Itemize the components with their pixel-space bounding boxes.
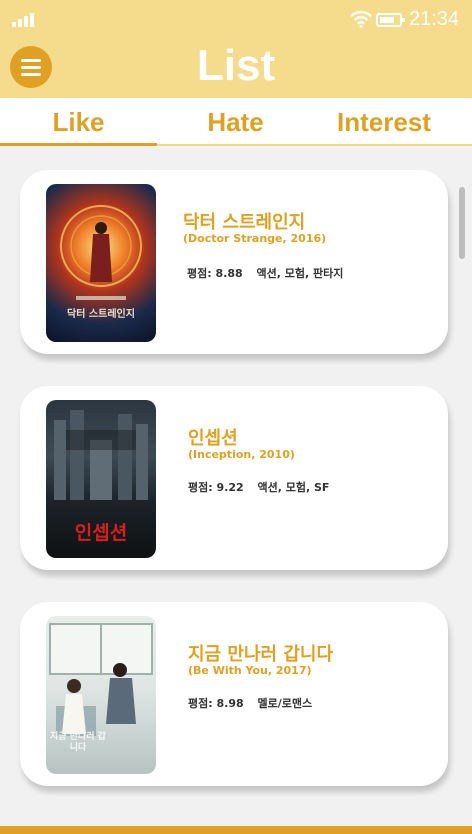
tab-bar: Like Hate Interest xyxy=(0,98,472,146)
tab-hate[interactable]: Hate xyxy=(157,98,314,144)
movie-card-doctor-strange[interactable]: 닥터 스트레인지 닥터 스트레인지 (Doctor Strange, 2016)… xyxy=(20,170,448,354)
movie-meta: 평점: 9.22 액션, 모험, SF xyxy=(188,479,329,495)
battery-icon xyxy=(376,13,405,27)
app-bar: List xyxy=(0,40,472,98)
scrollbar[interactable] xyxy=(459,187,465,259)
movie-title: 닥터 스트레인지 xyxy=(183,212,306,233)
movie-card-inception[interactable]: 인셉션 인셉션 (Inception, 2010) 평점: 9.22 액션, 모… xyxy=(20,386,448,570)
genre-text: 멜로/로맨스 xyxy=(257,697,313,710)
status-bar: 21:34 xyxy=(0,0,472,40)
movie-meta: 평점: 8.98 멜로/로맨스 xyxy=(188,695,312,711)
rating-value: 9.22 xyxy=(216,481,244,494)
rating-label: 평점: xyxy=(188,697,213,710)
signal-icon xyxy=(12,11,36,27)
tab-interest[interactable]: Interest xyxy=(314,98,454,144)
rating-label: 평점: xyxy=(187,267,212,280)
movie-poster: 인셉션 xyxy=(46,400,156,558)
rating-label: 평점: xyxy=(188,481,213,494)
genre-text: 액션, 모험, SF xyxy=(257,481,330,494)
movie-subtitle: (Inception, 2010) xyxy=(188,448,295,461)
rating-value: 8.98 xyxy=(216,697,244,710)
movie-subtitle: (Be With You, 2017) xyxy=(188,664,312,677)
status-time: 21:34 xyxy=(409,8,460,30)
movie-card-be-with-you[interactable]: 지금 만나러 갑니다 지금 만나러 갑니다 (Be With You, 2017… xyxy=(20,602,448,786)
genre-text: 액션, 모험, 판타지 xyxy=(256,267,344,280)
movie-title: 지금 만나러 갑니다 xyxy=(188,644,334,665)
movie-meta: 평점: 8.88 액션, 모험, 판타지 xyxy=(187,265,343,281)
movie-poster: 닥터 스트레인지 xyxy=(46,184,156,342)
movie-list: 닥터 스트레인지 닥터 스트레인지 (Doctor Strange, 2016)… xyxy=(0,146,472,826)
movie-subtitle: (Doctor Strange, 2016) xyxy=(183,232,327,245)
bottom-bar xyxy=(0,826,472,834)
movie-title: 인셉션 xyxy=(188,428,238,449)
movie-poster: 지금 만나러 갑니다 xyxy=(46,616,156,774)
tab-like[interactable]: Like xyxy=(0,98,157,146)
page-title: List xyxy=(196,41,276,90)
wifi-icon xyxy=(350,10,372,28)
rating-value: 8.88 xyxy=(215,267,243,280)
